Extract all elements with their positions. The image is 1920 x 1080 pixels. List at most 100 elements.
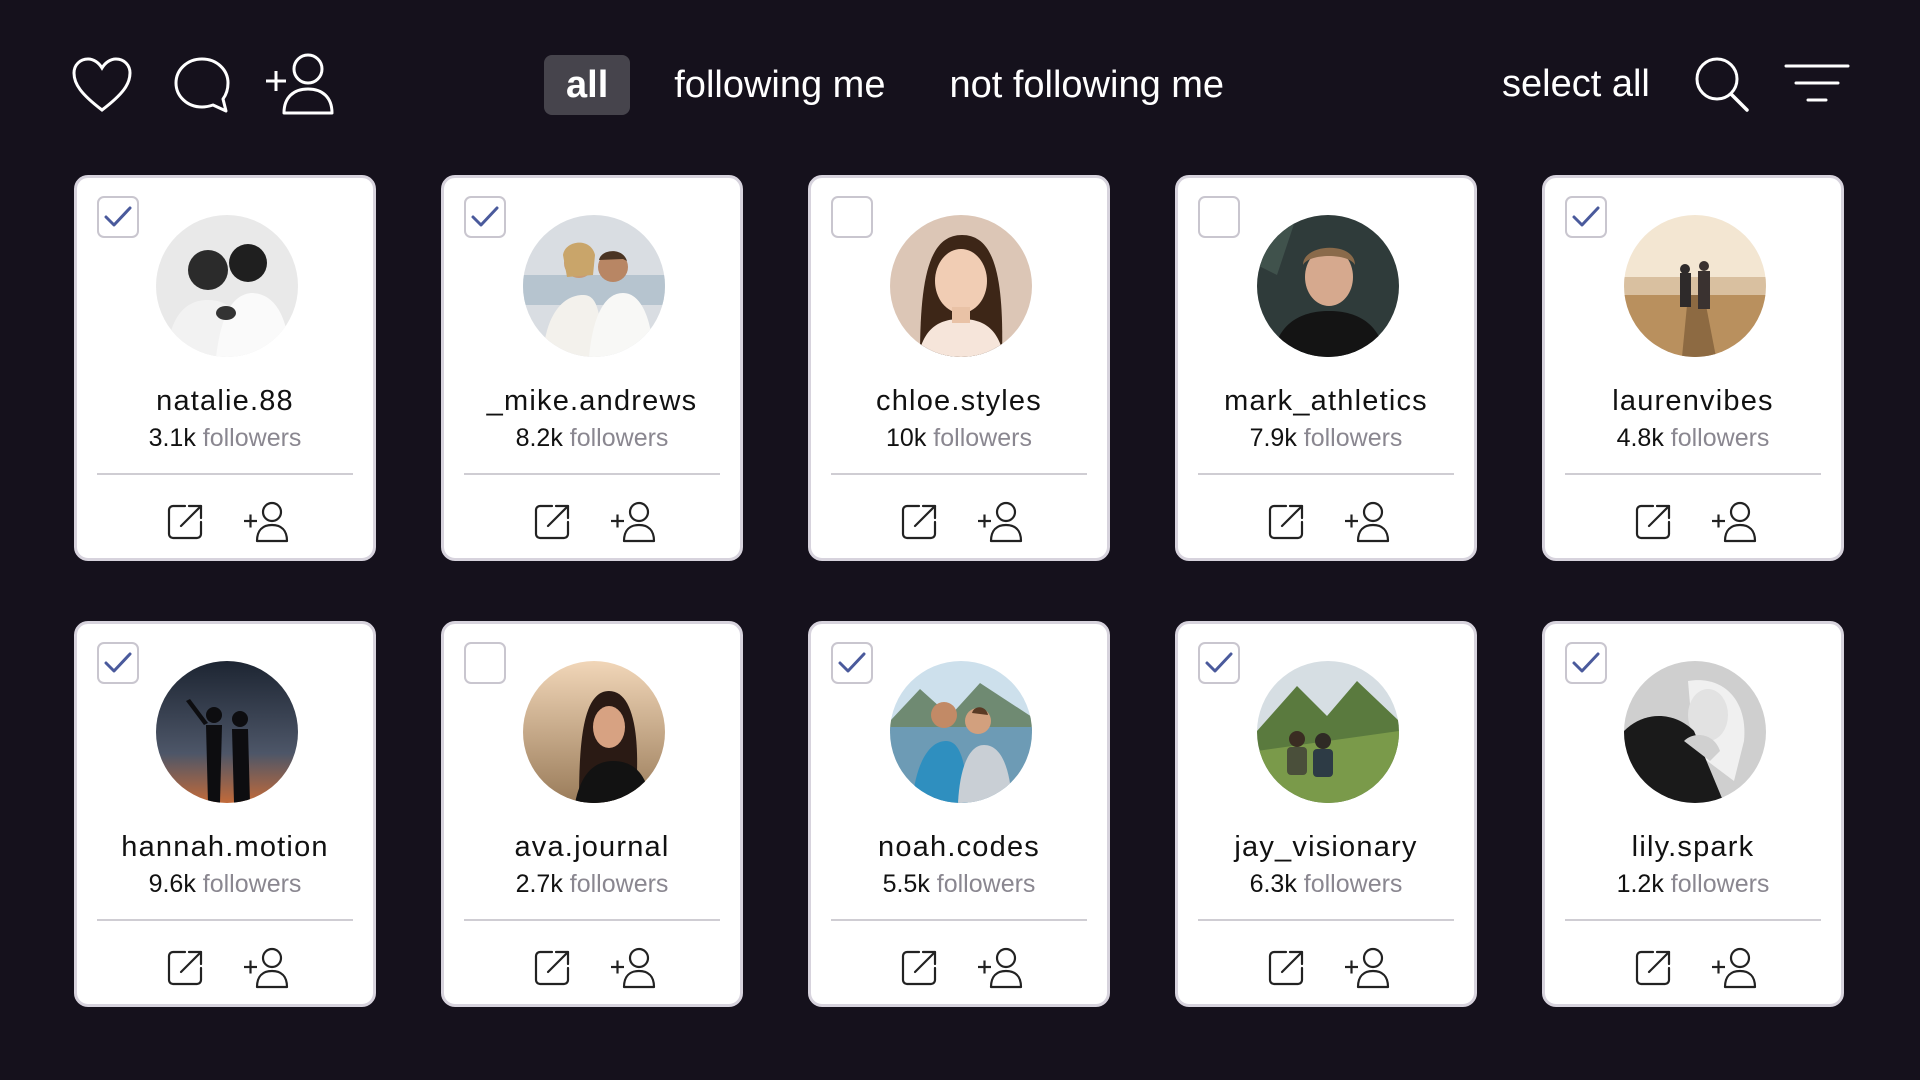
divider	[1565, 473, 1821, 475]
avatar[interactable]	[156, 661, 298, 803]
followers-label: followers	[1303, 424, 1403, 452]
tab-not-following-me[interactable]: not following me	[949, 55, 1224, 115]
username: laurenvibes	[1612, 385, 1774, 417]
followers-label: followers	[202, 870, 302, 898]
follower-number: 5.5k	[882, 870, 930, 898]
divider	[97, 919, 353, 921]
add-user-icon[interactable]	[241, 946, 295, 990]
avatar[interactable]	[523, 215, 665, 357]
select-checkbox[interactable]	[1565, 196, 1607, 238]
open-external-icon[interactable]	[1264, 500, 1308, 544]
followers-label: followers	[202, 424, 302, 452]
username: chloe.styles	[876, 385, 1042, 417]
followers-count: 7.9k followers	[1178, 424, 1474, 453]
followers-count: 1.2k followers	[1545, 870, 1841, 899]
followers-count: 10k followers	[811, 424, 1107, 453]
add-user-icon[interactable]	[262, 50, 342, 118]
select-checkbox[interactable]	[1198, 642, 1240, 684]
followers-count: 2.7k followers	[444, 870, 740, 899]
tab-all[interactable]: all	[544, 55, 631, 115]
avatar[interactable]	[1257, 215, 1399, 357]
divider	[831, 473, 1087, 475]
checkmark-icon	[1572, 652, 1600, 673]
open-external-icon[interactable]	[530, 946, 574, 990]
username: mark_athletics	[1224, 385, 1428, 417]
select-checkbox[interactable]	[1565, 642, 1607, 684]
followers-label: followers	[936, 870, 1036, 898]
username: natalie.88	[156, 385, 294, 417]
profile-card: hannah.motion 9.6k followers	[74, 621, 376, 1007]
filter-menu-icon[interactable]	[1782, 58, 1852, 108]
profile-card: jay_visionary 6.3k followers	[1175, 621, 1477, 1007]
username: noah.codes	[878, 831, 1040, 863]
select-checkbox[interactable]	[831, 196, 873, 238]
avatar[interactable]	[1624, 215, 1766, 357]
profile-card: noah.codes 5.5k followers	[808, 621, 1110, 1007]
avatar[interactable]	[890, 215, 1032, 357]
followers-count: 4.8k followers	[1545, 424, 1841, 453]
divider	[1565, 919, 1821, 921]
follower-number: 3.1k	[148, 424, 196, 452]
add-user-icon[interactable]	[608, 946, 662, 990]
add-user-icon[interactable]	[1709, 946, 1763, 990]
username: ava.journal	[514, 831, 670, 863]
chat-bubble-icon[interactable]	[170, 55, 234, 115]
heart-icon[interactable]	[70, 55, 134, 115]
avatar[interactable]	[1624, 661, 1766, 803]
follower-number: 4.8k	[1616, 424, 1664, 452]
tab-following-me[interactable]: following me	[674, 55, 885, 115]
profile-card: ava.journal 2.7k followers	[441, 621, 743, 1007]
open-external-icon[interactable]	[1631, 946, 1675, 990]
add-user-icon[interactable]	[975, 500, 1029, 544]
followers-label: followers	[1670, 424, 1770, 452]
username: _mike.andrews	[486, 385, 698, 417]
search-icon[interactable]	[1692, 54, 1752, 114]
avatar[interactable]	[1257, 661, 1399, 803]
username: jay_visionary	[1234, 831, 1418, 863]
add-user-icon[interactable]	[241, 500, 295, 544]
divider	[831, 919, 1087, 921]
add-user-icon[interactable]	[1342, 946, 1396, 990]
followers-label: followers	[569, 870, 669, 898]
avatar[interactable]	[523, 661, 665, 803]
open-external-icon[interactable]	[897, 500, 941, 544]
select-checkbox[interactable]	[464, 196, 506, 238]
profile-card: lily.spark 1.2k followers	[1542, 621, 1844, 1007]
add-user-icon[interactable]	[1342, 500, 1396, 544]
select-checkbox[interactable]	[97, 196, 139, 238]
divider	[1198, 473, 1454, 475]
followers-label: followers	[1670, 870, 1770, 898]
followers-count: 8.2k followers	[444, 424, 740, 453]
followers-count: 5.5k followers	[811, 870, 1107, 899]
follower-number: 2.7k	[515, 870, 563, 898]
divider	[1198, 919, 1454, 921]
select-checkbox[interactable]	[831, 642, 873, 684]
follower-number: 1.2k	[1616, 870, 1664, 898]
add-user-icon[interactable]	[975, 946, 1029, 990]
open-external-icon[interactable]	[530, 500, 574, 544]
avatar[interactable]	[890, 661, 1032, 803]
select-checkbox[interactable]	[464, 642, 506, 684]
open-external-icon[interactable]	[1631, 500, 1675, 544]
add-user-icon[interactable]	[608, 500, 662, 544]
divider	[97, 473, 353, 475]
follower-number: 9.6k	[148, 870, 196, 898]
select-checkbox[interactable]	[97, 642, 139, 684]
divider	[464, 919, 720, 921]
follower-number: 8.2k	[515, 424, 563, 452]
checkmark-icon	[104, 206, 132, 227]
tab-bar: all following me not following me	[544, 54, 1224, 116]
open-external-icon[interactable]	[163, 500, 207, 544]
select-all-button[interactable]: select all	[1502, 54, 1650, 114]
checkmark-icon	[838, 652, 866, 673]
open-external-icon[interactable]	[163, 946, 207, 990]
follower-number: 10k	[886, 424, 927, 452]
username: hannah.motion	[121, 831, 329, 863]
open-external-icon[interactable]	[1264, 946, 1308, 990]
followers-count: 9.6k followers	[77, 870, 373, 899]
add-user-icon[interactable]	[1709, 500, 1763, 544]
follower-number: 7.9k	[1249, 424, 1297, 452]
open-external-icon[interactable]	[897, 946, 941, 990]
select-checkbox[interactable]	[1198, 196, 1240, 238]
avatar[interactable]	[156, 215, 298, 357]
